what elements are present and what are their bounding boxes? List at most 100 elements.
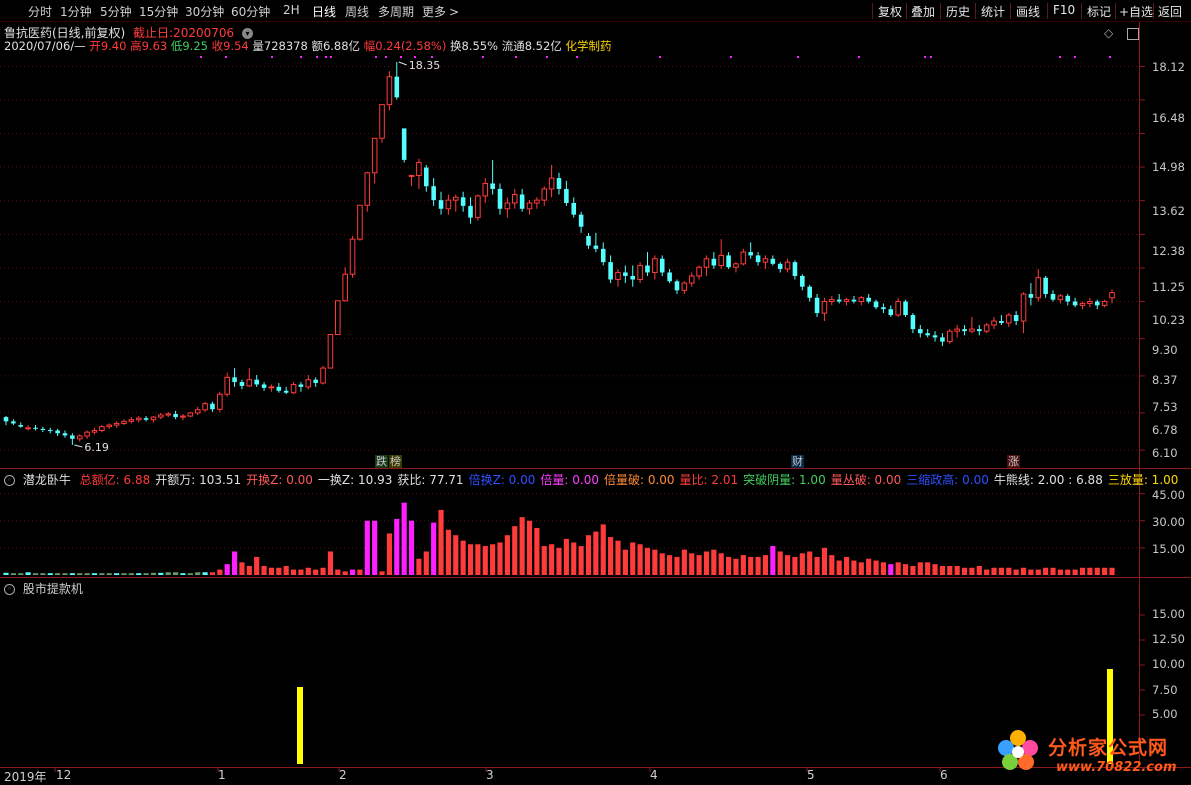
volume-bar [32,573,39,575]
candle-body-down [468,205,473,218]
volume-bar [991,567,997,575]
volume-bar [792,556,798,575]
volume-bar [504,535,510,575]
volume-bar [1094,567,1100,575]
volume-bar [25,572,31,575]
candle-body-up [416,161,422,176]
candle-body-up [703,258,710,268]
volume-bar [866,558,872,575]
volume-bar [372,520,378,575]
candle-body-up [1101,301,1108,306]
candle-body-up [762,258,769,263]
volume-bar [335,569,341,575]
candle-body-up [991,320,997,326]
candle-body-up [445,199,452,210]
volume-bar [91,573,98,575]
candle-body-down [630,275,636,280]
candle-body-up [158,414,164,418]
volume-bar [84,573,90,575]
volume-bar [608,537,614,575]
volume-bar [180,573,186,575]
candle-body-down [600,248,606,263]
volume-bar [150,572,157,575]
signal-dot [576,56,578,58]
candle-body-up [475,195,481,219]
candle-body-down [836,299,842,302]
candle-body-up [696,266,702,277]
volume-bar [784,555,791,575]
candle-body-down [888,309,894,316]
candle-body-up [364,172,371,206]
signal-dot [1074,56,1076,58]
volume-bar [917,562,923,575]
volume-bar [158,572,164,575]
candle-body-down [674,281,680,291]
volume-bar [357,569,363,575]
candle-body-down [932,335,938,338]
candle-body-up [305,379,312,388]
volume-bar [298,569,304,575]
candle-body-down [777,263,783,269]
volume-bar [689,553,695,575]
chart-canvas: 18.35 6.19 [0,56,1145,772]
candle-body-up [349,238,356,275]
candle-body-down [940,337,945,342]
candle-body-up [895,301,901,316]
volume-bar [416,558,422,575]
volume-bar [173,572,179,575]
candle-body-down [792,262,798,276]
candle-body-up [615,271,621,280]
candle-body-down [925,333,930,336]
signal-dot [300,56,302,58]
signal-dot [1059,56,1061,58]
volume-bar [740,555,746,575]
candle-body-up [829,299,835,303]
candle-body-up [548,177,555,190]
candle-body-down [313,379,318,384]
volume-bar [659,553,665,575]
volume-bar [106,573,112,575]
candle-body-down [800,275,805,287]
volume-bar [807,551,813,575]
candle-body-down [62,433,68,436]
candle-body-up [165,413,171,416]
candle-body-up [194,409,201,414]
volume-bar [1050,567,1056,575]
volume-bar [77,573,83,575]
volume-bar [3,572,9,575]
candle-body-down [460,197,466,206]
low-price-label: 6.19 [84,441,109,454]
volume-bar [497,542,503,575]
volume-bar [549,544,555,575]
candle-body-up [1020,293,1027,322]
candle-body-up [526,202,533,210]
candle-body-up [511,193,518,204]
volume-bar [202,572,208,575]
volume-bar [209,572,216,575]
date-tick-label: 5 [807,768,815,782]
volume-bar [55,573,61,575]
candle-body-down [564,188,569,203]
volume-bar [814,556,820,575]
candle-body-down [298,384,304,387]
volume-bar [755,556,761,575]
volume-bar [563,538,569,575]
volume-bar [305,567,311,575]
candle-body-up [224,376,230,395]
candle-body-up [947,330,953,343]
candle-body-up [246,379,253,387]
volume-bar [681,549,687,575]
candle-body-down [667,272,672,282]
candle-body-down [431,186,436,201]
candle-body-down [18,425,24,427]
volume-bar [1109,567,1115,575]
volume-bar [829,555,835,575]
date-tick-label: 3 [486,768,494,782]
signal-dot [225,56,227,58]
volume-bar [600,524,606,575]
volume-bar [114,573,120,575]
signal-dot [797,56,799,58]
volume-bar [394,518,400,575]
candle-body-up [180,415,186,418]
candle-body-down [1028,294,1034,298]
